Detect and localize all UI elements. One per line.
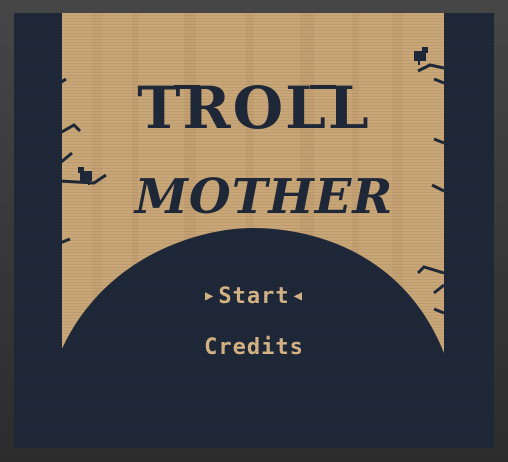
left-tree-trunk [14, 13, 62, 448]
title-scene: TROLL MOTHER [14, 13, 494, 448]
menu-credits-label: Credits [204, 335, 304, 360]
logo-line2: MOTHER [133, 169, 394, 225]
cursor-left-arrow-icon: ◀ [293, 288, 304, 304]
game-screen: TROLL MOTHER ▶ Start ◀ Credits [14, 13, 494, 448]
menu-credits-button[interactable]: Credits [14, 335, 494, 360]
logo-line1: TROLL [137, 74, 370, 142]
cursor-right-arrow-icon: ▶ [204, 288, 215, 304]
menu-start-label: Start [218, 284, 290, 309]
menu-start-button[interactable]: ▶ Start ◀ [14, 284, 494, 309]
right-tree-trunk [444, 13, 494, 448]
